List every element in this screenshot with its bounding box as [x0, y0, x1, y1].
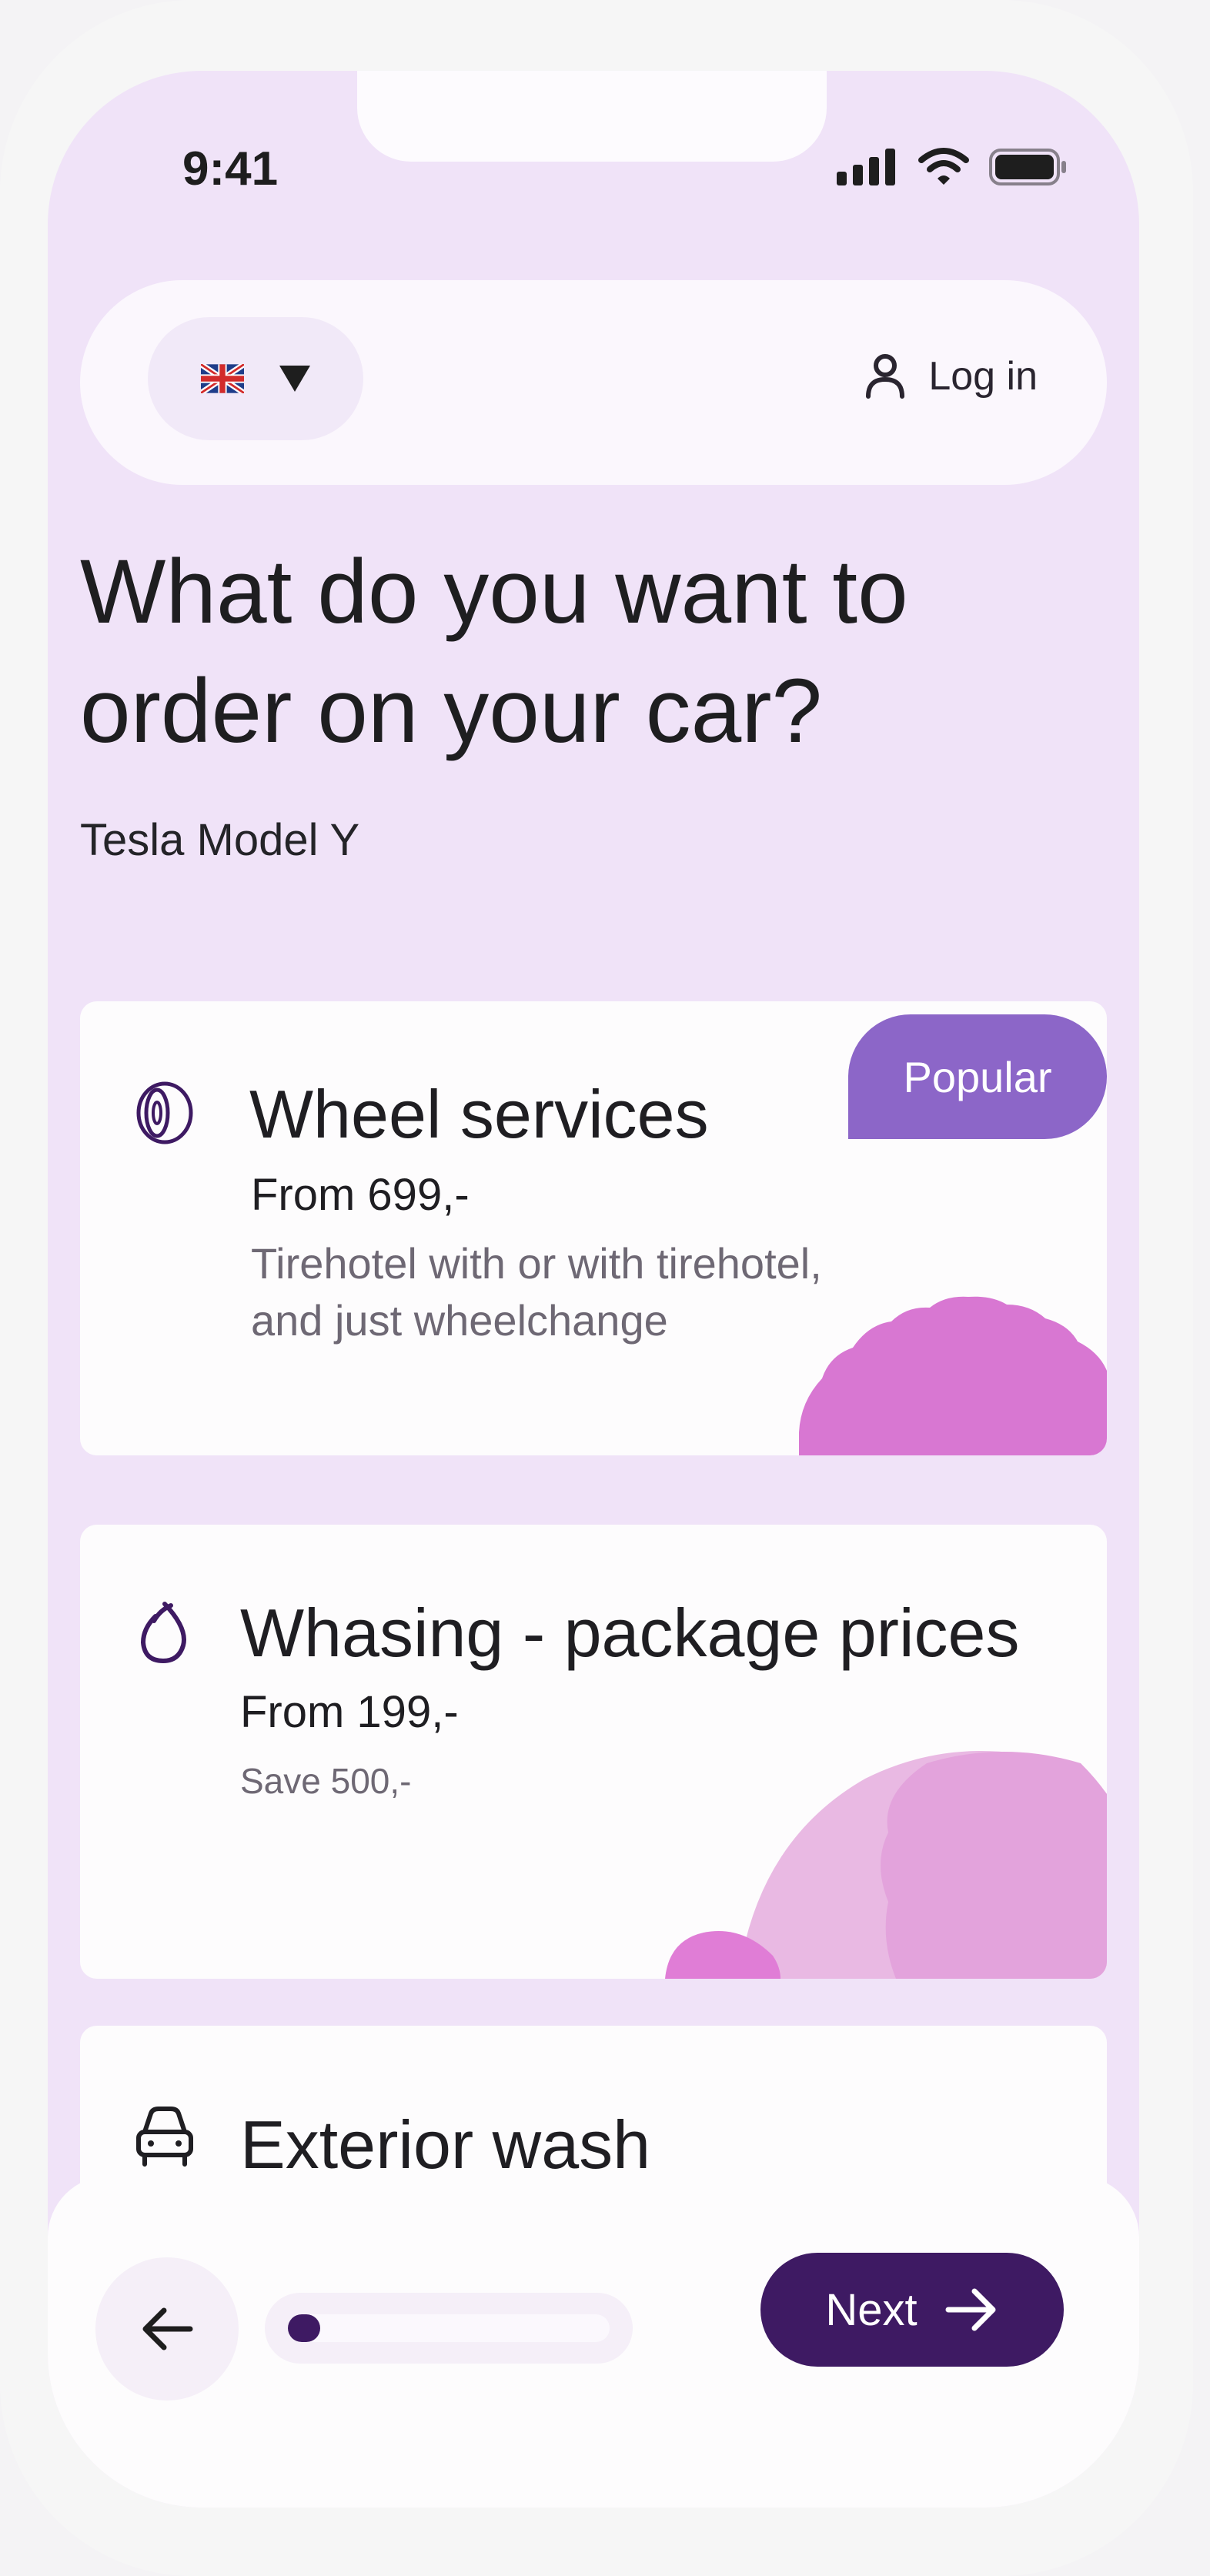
bottom-navigation: Next [48, 2176, 1139, 2508]
status-icons [837, 148, 1068, 186]
next-button[interactable]: Next [760, 2253, 1064, 2367]
wifi-icon [918, 148, 969, 185]
service-title: Wheel services [249, 1076, 709, 1152]
service-description: Save 500,- [240, 1761, 412, 1801]
next-label: Next [825, 2284, 918, 2335]
user-icon [866, 354, 905, 399]
service-title: Whasing - package prices [240, 1595, 1020, 1671]
service-description: Tirehotel with or with tirehotel, and ju… [251, 1239, 822, 1345]
page-title: What do you want to order on your car? [80, 541, 908, 762]
decorative-blob [799, 1296, 1107, 1455]
language-selector[interactable] [148, 317, 363, 440]
top-header: Log in [80, 280, 1107, 485]
car-icon [136, 2107, 193, 2167]
popular-badge: Popular [848, 1014, 1107, 1139]
service-price: From 699,- [251, 1170, 470, 1220]
car-model: Tesla Model Y [80, 815, 360, 865]
cellular-signal-icon [837, 149, 895, 185]
progress-indicator [265, 2293, 633, 2364]
tire-icon [136, 1081, 193, 1144]
uk-flag-icon [201, 364, 244, 393]
battery-icon [989, 149, 1066, 185]
service-card-washing[interactable]: Whasing - package prices From 199,- Save… [80, 1525, 1107, 1979]
status-time: 9:41 [182, 142, 279, 195]
back-button[interactable] [95, 2257, 239, 2401]
caret-down-icon [279, 366, 310, 392]
arrow-left-icon [142, 2307, 193, 2350]
login-label: Log in [928, 354, 1038, 399]
service-title: Exterior wash [240, 2107, 651, 2183]
decorative-blob [665, 1751, 1107, 1979]
progress-fill [288, 2314, 320, 2342]
arrow-right-icon [945, 2288, 996, 2331]
service-price: From 199,- [240, 1687, 459, 1737]
login-button[interactable]: Log in [864, 353, 1038, 399]
progress-track [288, 2314, 610, 2342]
notch [357, 71, 827, 162]
app-screen: 9:41 Log in What do you want to order on… [48, 71, 1139, 2508]
droplet-icon [140, 1602, 186, 1664]
